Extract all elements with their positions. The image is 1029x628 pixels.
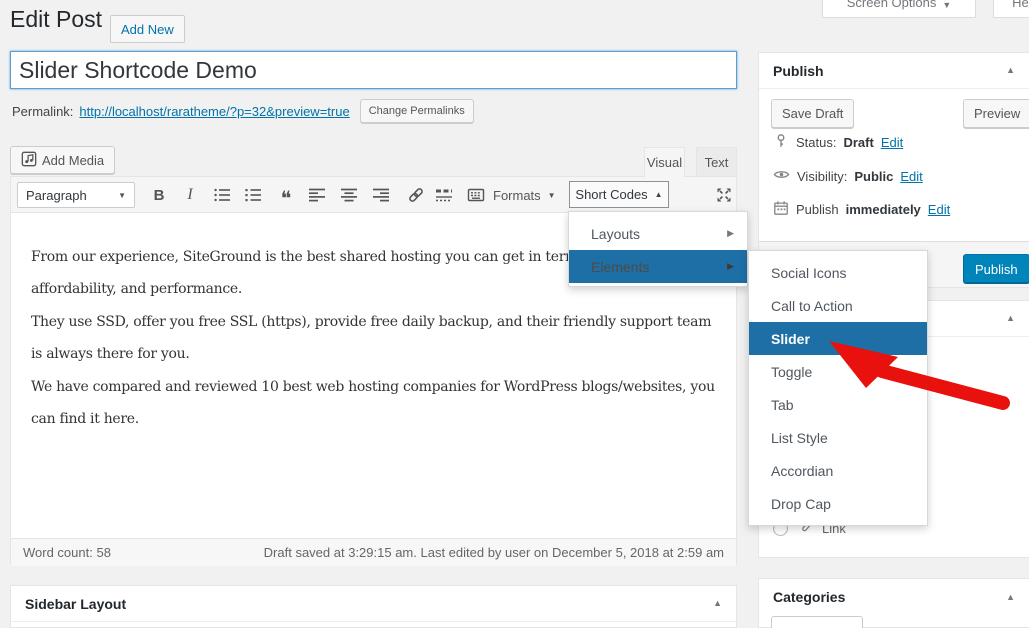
visibility-value: Public: [854, 168, 894, 184]
formats-label: Formats: [493, 187, 541, 203]
word-count: Word count: 58: [23, 545, 111, 560]
word-count-value: 58: [96, 545, 111, 560]
visibility-label: Visibility:: [797, 168, 848, 184]
formats-dropdown[interactable]: Formats ▼: [493, 182, 556, 208]
editor-paragraph-line: We have compared and reviewed 10 best we…: [31, 379, 715, 395]
status-row: Status: Draft Edit: [773, 131, 903, 153]
save-draft-button[interactable]: Save Draft: [771, 99, 855, 128]
read-more-icon[interactable]: [431, 182, 457, 208]
collapse-icon[interactable]: ▲: [1006, 592, 1015, 602]
screen-options-tab[interactable]: Screen Options ▼: [822, 0, 976, 18]
numbered-list-icon[interactable]: [240, 182, 266, 208]
edit-status-link[interactable]: Edit: [881, 135, 903, 150]
calendar-icon: [773, 200, 789, 219]
elements-submenu: Social Icons Call to Action Slider Toggl…: [748, 250, 928, 526]
status-pin-icon: [773, 133, 789, 152]
bold-button[interactable]: B: [146, 182, 172, 208]
submenu-item-toggle[interactable]: Toggle: [749, 355, 927, 388]
collapse-icon[interactable]: ▲: [713, 599, 722, 608]
menu-item-label: Layouts: [591, 225, 641, 242]
add-media-button[interactable]: Add Media: [10, 146, 116, 174]
help-tab[interactable]: Help ▼: [993, 0, 1029, 18]
add-new-button[interactable]: Add New: [110, 15, 185, 43]
collapse-icon[interactable]: ▲: [1006, 314, 1015, 323]
submenu-item-social-icons[interactable]: Social Icons: [749, 256, 927, 289]
schedule-value: immediately: [845, 201, 921, 217]
sidebar-layout-title: Sidebar Layout: [25, 595, 127, 612]
visibility-row: Visibility: Public Edit: [773, 165, 923, 187]
short-codes-dropdown[interactable]: Short Codes ▲: [569, 181, 669, 208]
post-title-input[interactable]: [10, 51, 737, 89]
chevron-up-icon: ▲: [654, 190, 663, 199]
toolbar-toggle-icon[interactable]: [463, 182, 489, 208]
italic-button[interactable]: I: [177, 182, 203, 208]
eye-icon: [773, 166, 790, 186]
paragraph-select-value: Paragraph: [26, 187, 87, 203]
editor-paragraph-line: is always there for you.: [31, 346, 190, 362]
align-right-icon[interactable]: [368, 182, 394, 208]
permalink-row: Permalink: http://localhost/raratheme/?p…: [12, 99, 474, 123]
link-icon[interactable]: [403, 182, 429, 208]
add-media-label: Add Media: [42, 152, 105, 168]
editor-paragraph-line: They use SSD, offer you free SSL (https)…: [31, 314, 712, 330]
categories-tab-partial[interactable]: [771, 616, 863, 628]
page-title: Edit Post: [10, 6, 103, 32]
submenu-item-call-to-action[interactable]: Call to Action: [749, 289, 927, 322]
submenu-item-slider[interactable]: Slider: [749, 322, 927, 355]
edit-visibility-link[interactable]: Edit: [900, 169, 922, 184]
status-label: Status:: [796, 134, 837, 150]
fullscreen-icon[interactable]: [711, 182, 737, 208]
editor-toolbar: Paragraph ▼ B I ❝ Formats ▼ Short Codes …: [11, 177, 736, 213]
schedule-label: Publish: [796, 201, 839, 217]
edit-schedule-link[interactable]: Edit: [928, 202, 950, 217]
submenu-arrow-icon: ▶: [727, 228, 734, 238]
help-label: Help: [1012, 0, 1029, 10]
align-center-icon[interactable]: [336, 182, 362, 208]
status-value: Draft: [843, 134, 874, 150]
chevron-down-icon: ▼: [118, 190, 126, 200]
editor-statusbar: Word count: 58 Draft saved at 3:29:15 am…: [11, 538, 736, 566]
menu-item-layouts[interactable]: Layouts ▶: [569, 217, 747, 250]
editor-paragraph-line: can find it here.: [31, 411, 139, 427]
short-codes-menu: Layouts ▶ Elements ▶: [568, 211, 748, 287]
edit-post-screen: Screen Options ▼ Help ▼ Edit Post Add Ne…: [0, 0, 1029, 628]
categories-panel: Categories ▲: [758, 578, 1029, 628]
draft-saved-status: Draft saved at 3:29:15 am. Last edited b…: [263, 545, 724, 560]
categories-title: Categories: [773, 589, 846, 605]
categories-header[interactable]: Categories ▲: [759, 579, 1029, 615]
preview-button[interactable]: Preview: [963, 99, 1029, 128]
tab-text[interactable]: Text: [696, 147, 737, 177]
chevron-down-icon: ▼: [547, 190, 556, 200]
sidebar-layout-panel: Sidebar Layout ▲: [10, 585, 737, 628]
publish-header[interactable]: Publish ▲: [759, 53, 1029, 89]
publish-button[interactable]: Publish: [963, 254, 1029, 284]
screen-options-label: Screen Options: [846, 0, 937, 10]
bullet-list-icon[interactable]: [209, 182, 235, 208]
permalink-label: Permalink:: [12, 103, 74, 119]
schedule-row: Publish immediately Edit: [773, 198, 950, 220]
submenu-item-accordian[interactable]: Accordian: [749, 454, 927, 487]
publish-title: Publish: [773, 62, 824, 79]
submenu-arrow-icon: ▶: [727, 261, 734, 271]
menu-item-elements[interactable]: Elements ▶: [569, 250, 747, 283]
sidebar-layout-header[interactable]: Sidebar Layout ▲: [11, 586, 736, 622]
media-icon: [21, 151, 37, 170]
tab-visual[interactable]: Visual: [644, 147, 685, 177]
submenu-item-list-style[interactable]: List Style: [749, 421, 927, 454]
align-left-icon[interactable]: [304, 182, 330, 208]
word-count-label: Word count:: [23, 545, 93, 560]
short-codes-label: Short Codes: [575, 187, 648, 202]
change-permalinks-button[interactable]: Change Permalinks: [359, 99, 474, 123]
collapse-icon[interactable]: ▲: [1006, 66, 1015, 75]
paragraph-select[interactable]: Paragraph ▼: [17, 182, 135, 208]
submenu-item-tab[interactable]: Tab: [749, 388, 927, 421]
menu-item-label: Elements: [591, 258, 650, 275]
blockquote-icon[interactable]: ❝: [273, 182, 299, 209]
chevron-down-icon: ▼: [942, 0, 952, 10]
submenu-item-drop-cap[interactable]: Drop Cap: [749, 487, 927, 520]
permalink-url-link[interactable]: http://localhost/raratheme/?p=32&preview…: [79, 104, 349, 119]
